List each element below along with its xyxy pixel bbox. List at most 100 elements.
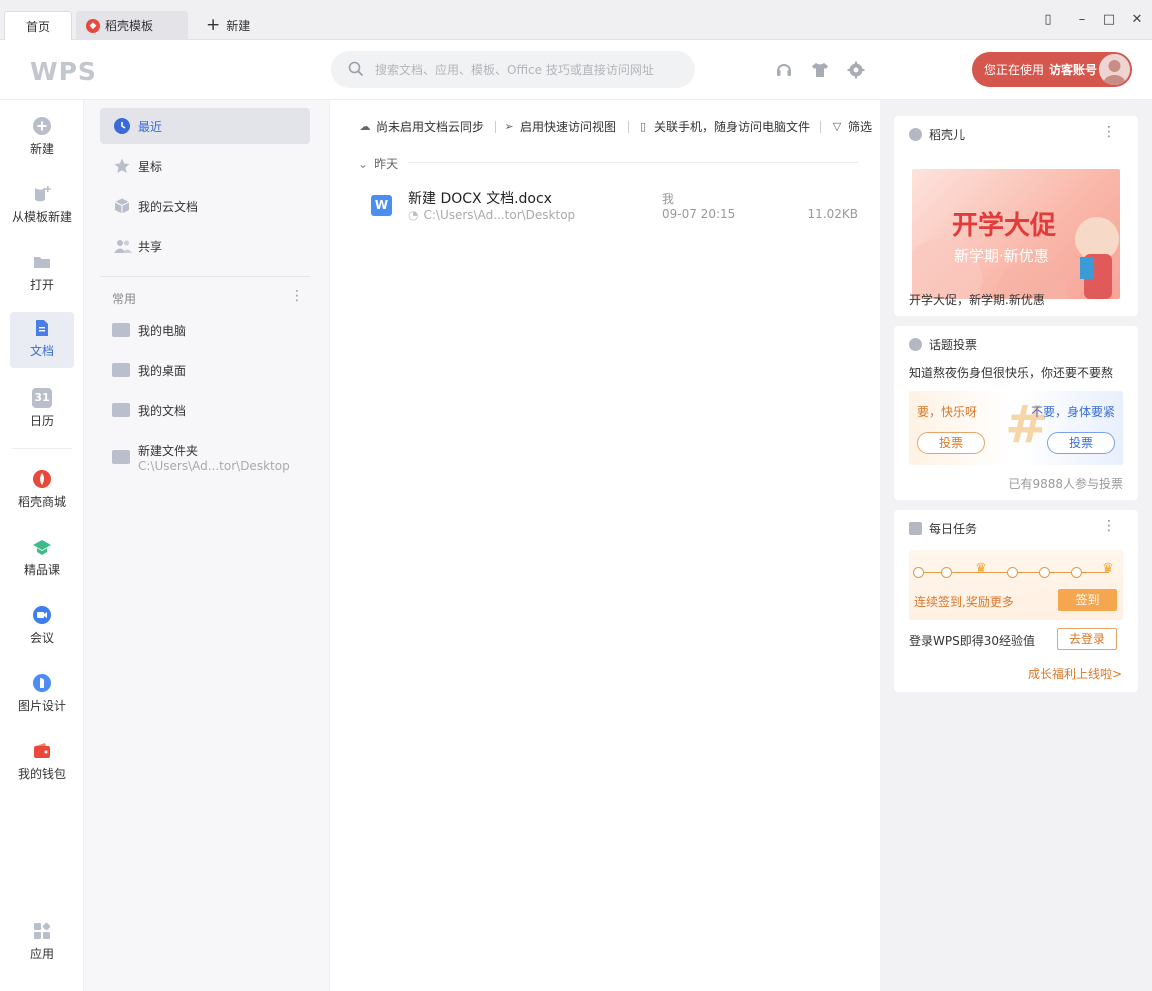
clock-icon xyxy=(114,118,130,134)
rail-new[interactable]: 新建 xyxy=(10,110,74,166)
rail-apps[interactable]: 应用 xyxy=(10,915,74,971)
daily-task-card: 每日任务 ⋮ ♛ ♛ 连续签到,奖励更多 签到 登录WPS即得30经验值 去登录… xyxy=(894,510,1138,692)
nav-cloud-docs[interactable]: 我的云文档 xyxy=(100,188,310,224)
rail-courses[interactable]: 精品课 xyxy=(10,531,74,587)
rail-documents[interactable]: 文档 xyxy=(10,312,74,368)
rail-label: 稻壳商城 xyxy=(17,495,66,509)
rail-daoke-mall[interactable]: 稻壳商城 xyxy=(10,463,74,519)
promo-banner[interactable]: 开学大促 新学期·新优惠 xyxy=(912,169,1120,299)
more-options-icon[interactable]: ⋮ xyxy=(290,289,304,303)
search-icon xyxy=(348,61,364,77)
common-section-title: 常用 xyxy=(112,292,137,306)
rail-from-template[interactable]: 从模板新建 xyxy=(4,178,80,234)
nav-my-computer[interactable]: 我的电脑 xyxy=(100,312,310,348)
search-input[interactable] xyxy=(375,51,675,88)
daoke-flame-icon: ◆ xyxy=(86,18,100,33)
toolbar-sep xyxy=(495,121,496,133)
nav-label: 我的桌面 xyxy=(138,363,187,378)
close-icon[interactable]: ✕ xyxy=(1127,10,1147,30)
group-divider xyxy=(408,162,858,163)
rail-label: 日历 xyxy=(29,414,54,428)
daoke-card: 稻壳儿 ⋮ 开学大促 新学期·新优惠 开学大促，新学期.新优惠 xyxy=(894,116,1138,316)
card-title: 稻壳儿 xyxy=(909,126,965,143)
plus-circle-icon xyxy=(32,116,52,136)
group-yesterday[interactable]: ⌄ 昨天 xyxy=(358,155,398,172)
nav-label: 我的云文档 xyxy=(138,199,199,214)
promo-title: 开学大促 xyxy=(952,211,1057,241)
clipboard-icon xyxy=(909,522,922,535)
tab-home-label: 首页 xyxy=(25,20,50,34)
rail-label: 我的钱包 xyxy=(17,767,66,781)
go-login-button[interactable]: 去登录 xyxy=(1057,628,1117,650)
rail-wallet[interactable]: 我的钱包 xyxy=(10,735,74,791)
nav-path: C:\Users\Ad...tor\Desktop xyxy=(138,458,290,473)
cloud-sync-button[interactable]: ☁ 尚未启用文档云同步 xyxy=(358,118,485,135)
toolbar-label: 尚未启用文档云同步 xyxy=(376,120,485,134)
tab-home[interactable]: 首页 xyxy=(4,11,72,41)
vote-option-right: 不要，身体要紧 xyxy=(1030,405,1115,419)
documents-folder-icon xyxy=(112,403,130,417)
maximize-icon[interactable]: □ xyxy=(1099,10,1119,30)
calendar-icon: 31 xyxy=(32,388,52,408)
word-doc-icon: W xyxy=(371,195,392,216)
title-bar: 首页 ◆ 稻壳模板 + 新建 ▯ – □ ✕ xyxy=(0,0,1152,41)
nav-recent[interactable]: 最近 xyxy=(100,108,310,144)
wallet-icon xyxy=(32,741,52,761)
day-dot xyxy=(1039,567,1050,578)
nav-label: 共享 xyxy=(138,239,163,254)
reward-crown-icon: ♛ xyxy=(1102,561,1114,576)
headset-icon[interactable] xyxy=(774,60,794,80)
search-box[interactable] xyxy=(331,51,695,88)
rail-meeting[interactable]: 会议 xyxy=(10,599,74,655)
nav-new-folder[interactable]: 新建文件夹 C:\Users\Ad...tor\Desktop xyxy=(100,436,310,478)
rail-calendar[interactable]: 31 日历 xyxy=(10,382,74,438)
file-row[interactable]: W 新建 DOCX 文档.docx ◔ C:\Users\Ad...tor\Des… xyxy=(360,180,870,228)
link-phone-button[interactable]: ▯ 关联手机，随身访问电脑文件 xyxy=(636,118,810,135)
more-options-icon[interactable]: ⋮ xyxy=(1102,124,1116,140)
nav-shared[interactable]: 共享 xyxy=(100,228,310,264)
nav-my-desktop[interactable]: 我的桌面 xyxy=(100,352,310,388)
login-reward-text: 登录WPS即得30经验值 xyxy=(909,634,1035,648)
sign-in-desc: 连续签到,奖励更多 xyxy=(914,595,1014,609)
growth-benefit-link[interactable]: 成长福利上线啦> xyxy=(1028,665,1122,682)
nav-label: 星标 xyxy=(138,159,163,174)
document-icon xyxy=(32,318,52,338)
account-prefix-text: 您正在使用 xyxy=(984,63,1045,77)
toolbar-sep xyxy=(628,121,629,133)
tablet-mode-icon[interactable]: ▯ xyxy=(1038,10,1058,30)
group-label: 昨天 xyxy=(374,157,399,171)
file-size: 11.02KB xyxy=(807,207,858,221)
tab-daoke-template[interactable]: ◆ 稻壳模板 xyxy=(76,11,188,40)
nav-label: 新建文件夹 xyxy=(138,443,199,458)
guest-account-button[interactable]: 您正在使用 访客账号 xyxy=(972,52,1132,87)
cloud-status-icon: ◔ xyxy=(408,208,419,222)
image-design-icon xyxy=(32,673,52,693)
minimize-icon[interactable]: – xyxy=(1072,10,1092,30)
rail-divider xyxy=(12,448,72,449)
toolbar-sep xyxy=(820,121,821,133)
file-time: 09-07 20:15 xyxy=(662,207,736,221)
computer-folder-icon xyxy=(112,323,130,337)
tab-new-button[interactable]: + 新建 xyxy=(200,11,280,40)
people-icon xyxy=(114,238,132,254)
filter-icon: ▽ xyxy=(832,119,842,133)
vote-count: 已有9888人参与投票 xyxy=(1008,477,1123,491)
vote-right-button[interactable]: 投票 xyxy=(1047,432,1115,454)
nav-starred[interactable]: 星标 xyxy=(100,148,310,184)
rail-open[interactable]: 打开 xyxy=(10,246,74,302)
settings-gear-icon[interactable] xyxy=(846,60,866,80)
nav-my-documents[interactable]: 我的文档 xyxy=(100,392,310,428)
filter-button[interactable]: ▽ 筛选 xyxy=(830,118,872,135)
desktop-folder-icon xyxy=(112,363,130,377)
sign-in-button[interactable]: 签到 xyxy=(1058,589,1117,611)
account-name-text: 访客账号 xyxy=(1049,63,1098,77)
more-options-icon[interactable]: ⋮ xyxy=(1102,518,1116,534)
wps-logo: WPS xyxy=(30,57,97,86)
promo-caption[interactable]: 开学大促，新学期.新优惠 xyxy=(909,291,1045,308)
rail-image-design[interactable]: 图片设计 xyxy=(10,667,74,723)
sign-in-progress: ♛ ♛ 连续签到,奖励更多 签到 xyxy=(909,550,1123,620)
vote-left-button[interactable]: 投票 xyxy=(917,432,985,454)
skin-shirt-icon[interactable] xyxy=(810,60,830,80)
card-title-text: 话题投票 xyxy=(929,338,978,352)
quick-access-button[interactable]: ➢ 启用快速访问视图 xyxy=(502,118,616,135)
